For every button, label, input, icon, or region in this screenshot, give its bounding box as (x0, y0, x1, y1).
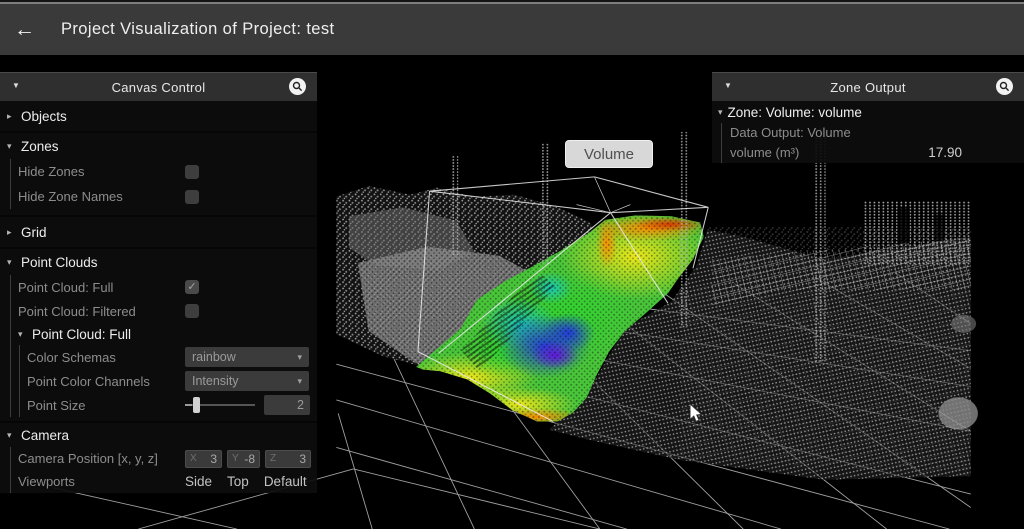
camera-position-row: Camera Position [x, y, z] X 3 Y -8 Z 3 (11, 447, 317, 470)
hide-zones-row: Hide Zones (11, 159, 317, 184)
zone-output-panel: ▼ Zone Output ▾ Zone: Volume: volume Dat… (712, 72, 1024, 163)
volume-metric-label: volume (m³) (730, 145, 799, 160)
hide-zone-names-label: Hide Zone Names (18, 189, 185, 204)
color-schemas-select[interactable]: rainbow ▾ (185, 347, 309, 367)
subsection-point-cloud-full[interactable]: ▾ Point Cloud: Full (11, 323, 317, 345)
data-output-row: Data Output: Volume (722, 123, 1024, 142)
point-cloud-filtered-label: Point Cloud: Filtered (18, 304, 185, 319)
color-channels-label: Point Color Channels (27, 374, 185, 389)
zone-output-header: ▼ Zone Output (712, 72, 1024, 101)
canvas-control-panel: ▼ Canvas Control ▸ Objects ▾ Zones Hide … (0, 72, 317, 493)
camera-subsection: Camera Position [x, y, z] X 3 Y -8 Z 3 V… (10, 447, 317, 493)
canvas-control-header: ▼ Canvas Control (0, 72, 317, 101)
section-point-clouds[interactable]: ▾ Point Clouds (0, 249, 317, 275)
zones-subsection: Hide Zones Hide Zone Names (10, 159, 317, 209)
camera-y-input[interactable]: Y -8 (227, 450, 260, 468)
section-label: Zones (21, 139, 59, 154)
camera-y-value: -8 (244, 452, 255, 466)
app-header: ← Project Visualization of Project: test (0, 4, 1024, 55)
data-output-label: Data Output: Volume (730, 125, 851, 140)
viewports-row: Viewports Side Top Default (11, 470, 317, 493)
point-clouds-subsection: Point Cloud: Full ✓ Point Cloud: Filtere… (10, 275, 317, 417)
chevron-right-icon: ▸ (7, 112, 15, 121)
camera-z-input[interactable]: Z 3 (265, 450, 311, 468)
section-label: Objects (21, 109, 67, 124)
panel-collapse-icon[interactable]: ▼ (724, 82, 732, 90)
camera-position-label: Camera Position [x, y, z] (18, 451, 185, 466)
camera-z-value: 3 (299, 452, 306, 466)
chevron-down-icon: ▾ (7, 142, 15, 151)
section-camera[interactable]: ▾ Camera (0, 423, 317, 447)
chevron-down-icon: ▾ (718, 108, 723, 117)
camera-x-input[interactable]: X 3 (185, 450, 222, 468)
chevron-down-icon: ▾ (18, 330, 26, 339)
panel-title: Zone Output (712, 80, 1024, 95)
point-cloud-full-label: Point Cloud: Full (18, 280, 185, 295)
camera-x-value: 3 (210, 452, 217, 466)
point-cloud-filtered-checkbox[interactable] (185, 304, 199, 318)
zone-volume-row[interactable]: ▾ Zone: Volume: volume (712, 101, 1024, 123)
section-label: Grid (21, 225, 47, 240)
section-label: Camera (21, 428, 69, 443)
chevron-down-icon: ▾ (297, 352, 302, 363)
point-color-channels-select[interactable]: Intensity ▾ (185, 371, 309, 391)
volume-metric-value: 17.90 (928, 145, 962, 160)
section-zones[interactable]: ▾ Zones (0, 133, 317, 159)
section-grid[interactable]: ▸ Grid (0, 217, 317, 249)
section-objects[interactable]: ▸ Objects (0, 101, 317, 133)
search-icon[interactable] (289, 78, 306, 95)
hide-zones-checkbox[interactable] (185, 165, 199, 179)
back-arrow-icon[interactable]: ← (14, 19, 35, 40)
chevron-right-icon: ▸ (7, 228, 15, 237)
hide-zone-names-checkbox[interactable] (185, 190, 199, 204)
check-icon: ✓ (187, 282, 196, 293)
slider-fill (185, 404, 192, 406)
page-title: Project Visualization of Project: test (61, 20, 335, 39)
panel-collapse-icon[interactable]: ▼ (12, 82, 20, 90)
hide-zone-names-row: Hide Zone Names (11, 184, 317, 209)
viewport-top-button[interactable]: Top (227, 474, 249, 489)
viewports-label: Viewports (18, 474, 185, 489)
subsection-label: Point Cloud: Full (32, 327, 131, 342)
chevron-down-icon: ▾ (7, 258, 15, 267)
color-schemas-label: Color Schemas (27, 350, 185, 365)
point-size-value[interactable]: 2 (264, 395, 310, 415)
z-axis-label: Z (270, 453, 276, 464)
section-divider (0, 209, 317, 217)
top-divider (0, 2, 1024, 4)
point-size-label: Point Size (27, 398, 185, 413)
color-schemas-row: Color Schemas rainbow ▾ (20, 345, 317, 369)
zone-box-label[interactable]: Volume (565, 140, 653, 168)
viewport-default-button[interactable]: Default (264, 474, 307, 489)
y-axis-label: Y (232, 453, 239, 464)
point-cloud-full-settings: Color Schemas rainbow ▾ Point Color Chan… (19, 345, 317, 417)
chevron-down-icon: ▾ (297, 376, 302, 387)
point-size-row: Point Size 2 (20, 393, 317, 417)
panel-title: Canvas Control (0, 80, 317, 95)
chevron-down-icon: ▾ (7, 431, 15, 440)
project-visualization-page: { "header": { "title": "Project Visualiz… (0, 0, 1024, 529)
point-size-slider[interactable] (185, 397, 255, 413)
point-cloud-filtered-row: Point Cloud: Filtered (11, 299, 317, 323)
point-cloud-full-checkbox[interactable]: ✓ (185, 280, 199, 294)
zone-output-details: Data Output: Volume volume (m³) 17.90 (721, 123, 1024, 163)
search-icon[interactable] (996, 78, 1013, 95)
zone-name: Zone: Volume: volume (728, 105, 862, 120)
hide-zones-label: Hide Zones (18, 164, 185, 179)
point-cloud-full-row: Point Cloud: Full ✓ (11, 275, 317, 299)
selected-value: rainbow (192, 350, 236, 364)
x-axis-label: X (190, 453, 197, 464)
section-label: Point Clouds (21, 255, 98, 270)
selected-value: Intensity (192, 374, 239, 388)
slider-thumb[interactable] (193, 397, 200, 413)
viewport-side-button[interactable]: Side (185, 474, 212, 489)
color-channels-row: Point Color Channels Intensity ▾ (20, 369, 317, 393)
volume-metric-row: volume (m³) 17.90 (722, 142, 1024, 163)
